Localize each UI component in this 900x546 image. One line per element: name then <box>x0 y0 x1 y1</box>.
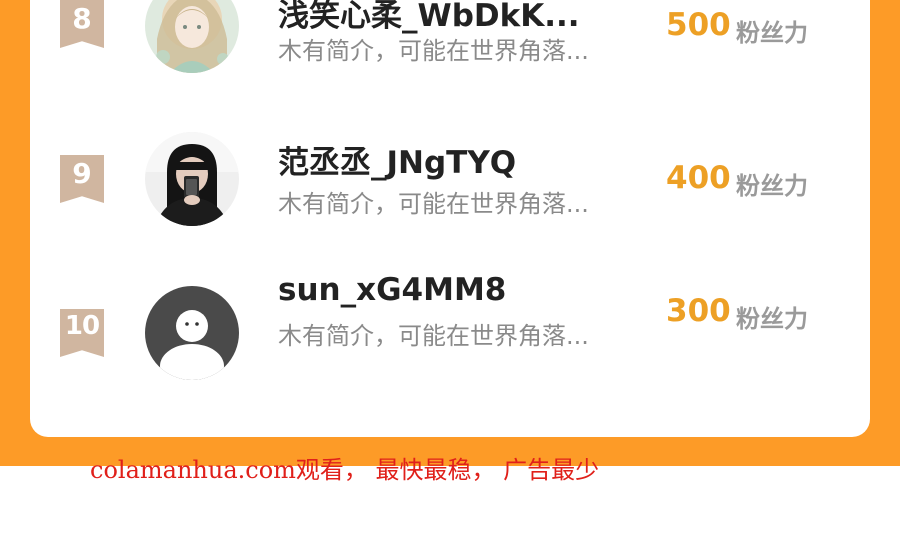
rank-badge: 9 <box>60 155 104 203</box>
user-bio: 木有简介，可能在世界角落... <box>278 190 589 218</box>
avatar[interactable] <box>145 0 239 73</box>
fan-score: 300 <box>666 293 731 329</box>
fan-score: 500 <box>666 7 731 43</box>
selfie-girl-avatar-icon <box>145 132 239 226</box>
rank-number: 10 <box>64 311 100 341</box>
fan-score-unit: 粉丝力 <box>736 172 808 200</box>
fan-score-unit: 粉丝力 <box>736 305 808 333</box>
rank-badge: 8 <box>60 0 104 48</box>
user-bio: 木有简介，可能在世界角落... <box>278 37 589 65</box>
default-user-avatar-icon <box>145 286 239 380</box>
list-item[interactable]: 8 浅笑心柔_WbDkK... 木有简介，可能在世界角落... 500 粉丝力 <box>30 0 870 120</box>
ranking-card: 8 浅笑心柔_WbDkK... 木有简介，可能在世界角落... 500 粉丝力 … <box>30 0 870 437</box>
watermark-text: colamanhua.com观看， 最快最稳， 广告最少 <box>90 456 600 484</box>
user-bio: 木有简介，可能在世界角落... <box>278 322 589 350</box>
list-item[interactable]: 9 范丞丞_JNgTYQ 木有简介，可能在世界角落... 400 粉丝力 <box>30 120 870 260</box>
fan-score: 400 <box>666 160 731 196</box>
rank-number: 8 <box>72 2 92 35</box>
username[interactable]: 范丞丞_JNgTYQ <box>278 137 516 182</box>
username[interactable]: 浅笑心柔_WbDkK... <box>278 0 580 35</box>
avatar[interactable] <box>145 286 239 380</box>
rank-number: 9 <box>72 157 92 190</box>
avatar[interactable] <box>145 132 239 226</box>
username[interactable]: sun_xG4MM8 <box>278 272 506 308</box>
fan-score-unit: 粉丝力 <box>736 19 808 47</box>
rank-badge: 10 <box>60 309 104 357</box>
anime-girl-avatar-icon <box>145 0 239 73</box>
list-item[interactable]: 10 sun_xG4MM8 木有简介，可能在世界角落... 300 粉丝力 <box>30 272 870 412</box>
